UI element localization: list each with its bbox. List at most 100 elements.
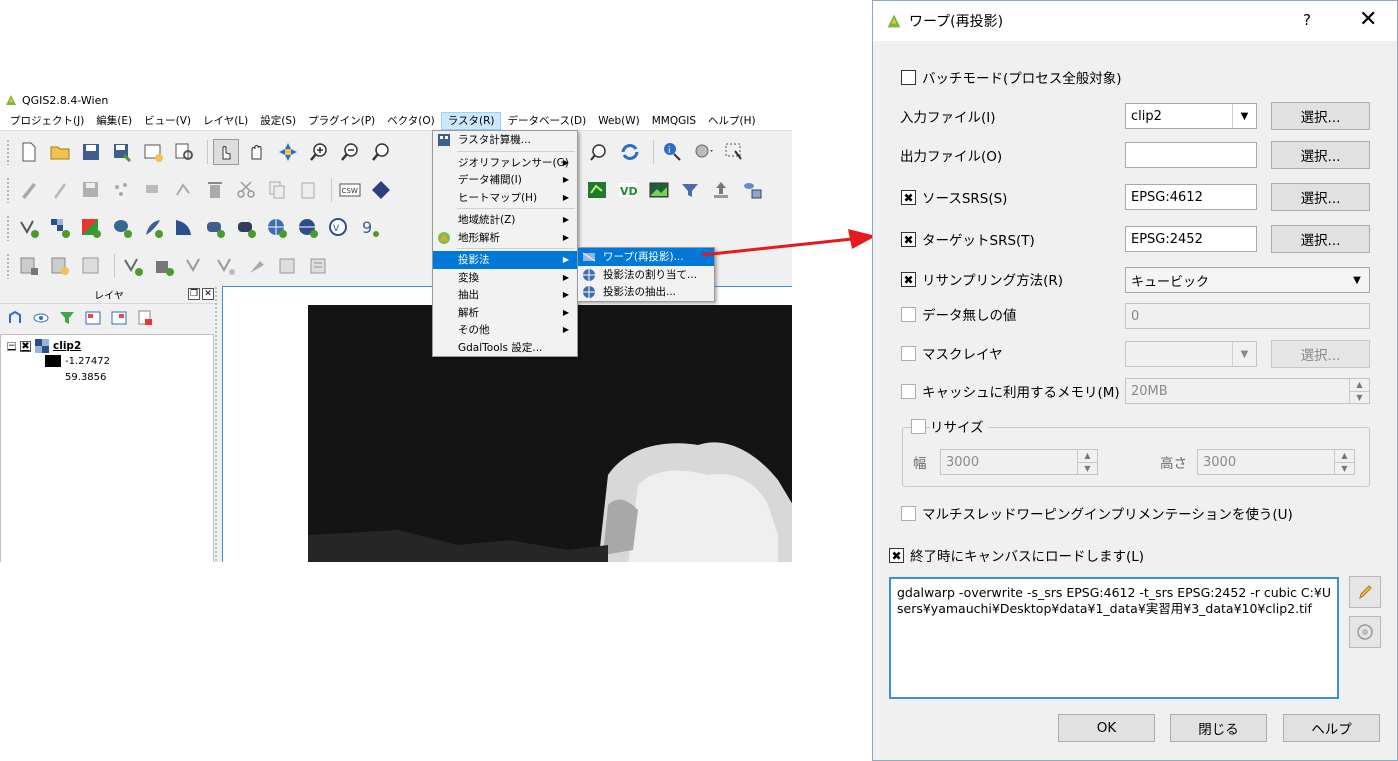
paste-features-icon[interactable] bbox=[295, 177, 321, 203]
menu-project[interactable]: プロジェクト(J) bbox=[4, 112, 90, 130]
submenu-item-extract-projection[interactable]: 投影法の抽出... bbox=[578, 283, 714, 301]
menu-item-analysis[interactable]: 解析 ▶ bbox=[433, 304, 577, 322]
source-srs-input[interactable]: EPSG:4612 bbox=[1125, 184, 1257, 210]
plugin-upload-icon[interactable] bbox=[708, 177, 734, 203]
remove-layer-icon[interactable] bbox=[136, 309, 154, 327]
chevron-down-icon[interactable]: ▼ bbox=[1232, 342, 1256, 366]
spin-up-icon[interactable]: ▲ bbox=[1350, 379, 1369, 392]
close-icon[interactable]: ✕ bbox=[1359, 7, 1377, 32]
help-button[interactable]: ヘルプ bbox=[1283, 714, 1380, 742]
menu-item-zonal-statistics[interactable]: 地域統計(Z) ▶ bbox=[433, 211, 577, 229]
layer-row-clip2[interactable]: − ✖ clip2 bbox=[7, 339, 81, 353]
pan-to-selection-icon[interactable] bbox=[275, 139, 301, 165]
touch-zoom-pan-icon[interactable] bbox=[213, 139, 239, 165]
add-spatialite-icon[interactable] bbox=[140, 215, 166, 241]
close-panel-icon[interactable]: ✕ bbox=[202, 288, 214, 300]
menu-item-gdaltools-settings[interactable]: GdalTools 設定... bbox=[433, 339, 577, 357]
mmqgis-tool-1-icon[interactable] bbox=[120, 253, 146, 279]
cut-features-icon[interactable] bbox=[233, 177, 259, 203]
toolbar-grip[interactable] bbox=[6, 177, 10, 203]
help-icon[interactable]: ? bbox=[1303, 11, 1311, 29]
menu-web[interactable]: Web(W) bbox=[592, 112, 645, 130]
toolbar-grip[interactable] bbox=[6, 139, 10, 165]
menu-database[interactable]: データベース(D) bbox=[501, 112, 592, 130]
target-srs-input[interactable]: EPSG:2452 bbox=[1125, 226, 1257, 252]
mask-layer-checkbox[interactable] bbox=[901, 346, 916, 361]
toolbar-grip[interactable] bbox=[6, 215, 10, 241]
plugin-diamond-icon[interactable] bbox=[368, 177, 394, 203]
gdal-command-textarea[interactable]: gdalwarp -overwrite -s_srs EPSG:4612 -t_… bbox=[889, 577, 1339, 699]
add-oracle-icon[interactable] bbox=[202, 215, 228, 241]
add-wms-layer-icon[interactable] bbox=[264, 215, 290, 241]
spin-down-icon[interactable]: ▼ bbox=[1078, 463, 1097, 475]
source-srs-select-button[interactable]: 選択... bbox=[1271, 183, 1370, 211]
submenu-item-assign-projection[interactable]: 投影法の割り当て... bbox=[578, 266, 714, 284]
add-raster-layer-icon[interactable] bbox=[47, 215, 73, 241]
menu-item-interpolation[interactable]: データ補間(I) ▶ bbox=[433, 171, 577, 189]
nodata-checkbox[interactable] bbox=[901, 307, 916, 322]
panel-splitter[interactable] bbox=[214, 286, 218, 562]
resize-checkbox[interactable] bbox=[911, 419, 926, 434]
action-tool-icon[interactable] bbox=[690, 139, 716, 165]
toggle-editing-icon[interactable] bbox=[47, 177, 73, 203]
collapse-all-icon[interactable] bbox=[110, 309, 128, 327]
save-as-icon[interactable] bbox=[109, 139, 135, 165]
source-srs-checkbox[interactable] bbox=[901, 190, 916, 205]
target-srs-checkbox[interactable] bbox=[901, 232, 916, 247]
layer-visibility-checkbox[interactable]: ✖ bbox=[20, 340, 31, 352]
csw-icon[interactable]: CSW bbox=[337, 177, 363, 203]
plugin-db-icon[interactable] bbox=[739, 177, 765, 203]
zoom-out-icon[interactable] bbox=[337, 139, 363, 165]
mmqgis-tool-7-icon[interactable] bbox=[306, 253, 332, 279]
new-print-composer-icon[interactable] bbox=[140, 139, 166, 165]
toolbar-grip[interactable] bbox=[6, 253, 10, 279]
nodata-input[interactable]: 0 bbox=[1125, 303, 1370, 329]
current-edits-icon[interactable] bbox=[16, 177, 42, 203]
menu-item-raster-calculator[interactable]: ラスタ計算機... bbox=[433, 131, 577, 149]
load-canvas-checkbox[interactable] bbox=[889, 548, 904, 563]
menu-raster[interactable]: ラスタ(R) bbox=[440, 112, 502, 130]
spin-down-icon[interactable]: ▼ bbox=[1350, 392, 1369, 404]
add-delimited-text-icon[interactable]: 9 bbox=[357, 215, 383, 241]
node-tool-icon[interactable] bbox=[171, 177, 197, 203]
add-wcs-layer-icon[interactable] bbox=[295, 215, 321, 241]
menu-view[interactable]: ビュー(V) bbox=[138, 112, 197, 130]
close-button[interactable]: 閉じる bbox=[1170, 714, 1267, 742]
save-layer-edits-icon[interactable] bbox=[78, 177, 104, 203]
add-db2-icon[interactable] bbox=[233, 215, 259, 241]
plugin-green-icon[interactable] bbox=[584, 177, 610, 203]
menu-vector[interactable]: ベクタ(O) bbox=[381, 112, 441, 130]
composer-manager-icon[interactable] bbox=[171, 139, 197, 165]
menu-settings[interactable]: 設定(S) bbox=[254, 112, 302, 130]
chevron-down-icon[interactable]: ▼ bbox=[1232, 104, 1256, 128]
open-project-icon[interactable] bbox=[47, 139, 73, 165]
cache-checkbox[interactable] bbox=[901, 384, 916, 399]
height-spinbox[interactable]: 3000 ▲ ▼ bbox=[1197, 449, 1355, 475]
copy-features-icon[interactable] bbox=[264, 177, 290, 203]
float-panel-icon[interactable]: ❐ bbox=[188, 288, 200, 300]
mask-layer-select-button[interactable]: 選択... bbox=[1271, 340, 1370, 368]
add-feature-icon[interactable] bbox=[109, 177, 135, 203]
input-file-select-button[interactable]: 選択... bbox=[1271, 102, 1370, 130]
edit-command-button[interactable] bbox=[1349, 576, 1381, 608]
menu-mmqgis[interactable]: MMQGIS bbox=[646, 112, 702, 130]
refresh-icon[interactable] bbox=[617, 139, 643, 165]
mmqgis-tool-4-icon[interactable] bbox=[213, 253, 239, 279]
cache-spinbox[interactable]: 20MB ▲ ▼ bbox=[1125, 378, 1370, 404]
collapse-toggle-icon[interactable]: − bbox=[7, 341, 16, 351]
menu-help[interactable]: ヘルプ(H) bbox=[702, 112, 762, 130]
spin-down-icon[interactable]: ▼ bbox=[1335, 463, 1354, 475]
plugin-vd-icon[interactable]: VD bbox=[615, 177, 641, 203]
spin-up-icon[interactable]: ▲ bbox=[1335, 450, 1354, 463]
mask-layer-select[interactable]: ▼ bbox=[1125, 341, 1257, 367]
save-project-icon[interactable] bbox=[78, 139, 104, 165]
target-srs-select-button[interactable]: 選択... bbox=[1271, 225, 1370, 253]
filter-legend-icon[interactable] bbox=[58, 309, 76, 327]
spin-buttons[interactable]: ▲ ▼ bbox=[1334, 450, 1354, 474]
output-file-select-button[interactable]: 選択... bbox=[1271, 141, 1370, 169]
menu-item-georeferencer[interactable]: ジオリファレンサー(G) ▶ bbox=[433, 154, 577, 172]
resampling-checkbox[interactable] bbox=[901, 272, 916, 287]
menu-item-heatmap[interactable]: ヒートマップ(H) ▶ bbox=[433, 189, 577, 207]
pan-map-icon[interactable] bbox=[244, 139, 270, 165]
input-file-select[interactable]: clip2 ▼ bbox=[1125, 103, 1257, 129]
